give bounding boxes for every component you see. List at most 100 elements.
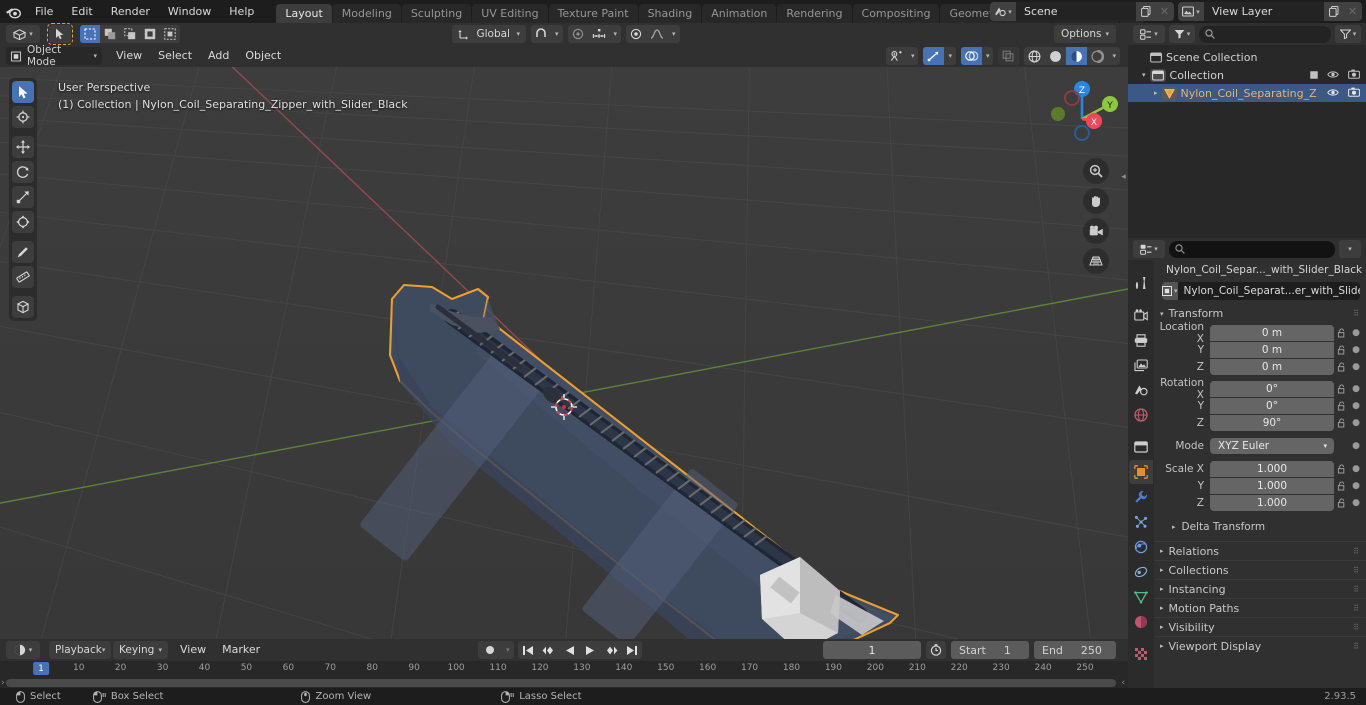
timeline-scroll-left-arrow[interactable]: › — [1, 678, 5, 688]
tab-texture-paint[interactable]: Texture Paint — [548, 4, 638, 23]
tweak-select-tool-icon[interactable] — [12, 81, 34, 103]
lock-icon[interactable] — [1334, 345, 1350, 355]
camera-icon[interactable] — [1348, 87, 1360, 100]
location-x-field[interactable]: Location X 0 m ● — [1154, 321, 1366, 345]
expand-triangle-icon[interactable]: ▸ — [1160, 585, 1164, 593]
expand-triangle-icon[interactable]: ▾ — [1142, 71, 1146, 79]
lock-icon[interactable] — [1334, 481, 1350, 491]
editor-type-properties-icon[interactable]: ▾ — [1133, 240, 1165, 258]
cursor-tool-icon[interactable] — [12, 106, 34, 128]
expand-triangle-icon[interactable]: ▸ — [1160, 604, 1164, 612]
tab-modeling[interactable]: Modeling — [332, 4, 401, 23]
3d-viewport[interactable]: User Perspective (1) Collection | Nylon_… — [0, 67, 1128, 639]
pan-hand-icon[interactable] — [1083, 188, 1109, 214]
select-intersect-icon[interactable] — [160, 25, 180, 43]
stopwatch-icon[interactable] — [926, 641, 946, 659]
chevron-down-icon[interactable]: ▾ — [551, 25, 563, 43]
scale-z-field[interactable]: Z 1.000 ● — [1154, 494, 1366, 511]
move-tool-icon[interactable] — [12, 136, 34, 158]
chevron-down-icon[interactable]: ▾ — [502, 641, 514, 659]
drag-grip-icon[interactable]: ⠿ — [1353, 585, 1360, 594]
transform-orientation-dropdown[interactable]: Global ▾ — [452, 25, 526, 43]
drag-grip-icon[interactable]: ⠿ — [1353, 547, 1360, 556]
object-tab[interactable] — [1129, 460, 1153, 484]
drag-grip-icon[interactable]: ⠿ — [1353, 604, 1360, 613]
location-y-value[interactable]: 0 m — [1210, 341, 1334, 358]
properties-panel[interactable]: Nylon_Coil_Separ..._with_Slider_Black ▾ … — [1154, 260, 1366, 688]
outliner-display-mode-dropdown[interactable]: ▾ — [1169, 25, 1195, 43]
location-z-value[interactable]: 0 m — [1210, 358, 1334, 375]
modifiers-tab[interactable] — [1129, 485, 1153, 509]
collections-panel[interactable]: ▸ Collections ⠿ — [1154, 560, 1366, 579]
render-tab[interactable] — [1129, 303, 1153, 327]
jump-end-icon[interactable] — [622, 641, 642, 659]
new-view-layer-button[interactable] — [1324, 2, 1343, 21]
collection-checkbox[interactable] — [1310, 71, 1318, 79]
rotation-mode-field[interactable]: Mode XYZ Euler ▾ ● — [1154, 437, 1366, 454]
select-box-icon[interactable] — [80, 25, 100, 43]
eye-icon[interactable] — [1327, 69, 1339, 82]
scale-y-value[interactable]: 1.000 — [1210, 477, 1334, 494]
animate-dot-icon[interactable]: ● — [1350, 418, 1362, 428]
view-layer-icon[interactable]: ▾ — [1178, 2, 1204, 21]
prev-keyframe-icon[interactable] — [538, 641, 560, 659]
tab-rendering[interactable]: Rendering — [777, 4, 852, 23]
animate-dot-icon[interactable]: ● — [1350, 464, 1362, 474]
animate-dot-icon[interactable]: ● — [1350, 384, 1362, 394]
annotate-tool-icon[interactable] — [12, 241, 34, 263]
object-id-field[interactable]: ▾ Nylon_Coil_Separat...er_with_Slider_Bl… — [1162, 282, 1360, 300]
relations-panel[interactable]: ▸ Relations ⠿ — [1154, 541, 1366, 560]
play-reverse-icon[interactable] — [560, 641, 580, 659]
chevron-down-icon[interactable]: ▾ — [944, 47, 956, 65]
tab-uv-editing[interactable]: UV Editing — [472, 4, 548, 23]
expand-triangle-icon[interactable]: ▸ — [1160, 642, 1164, 650]
drag-grip-icon[interactable]: ⠿ — [1353, 566, 1360, 575]
rotation-y-value[interactable]: 0° — [1210, 397, 1334, 414]
keying-dropdown[interactable]: Keying ▾ — [113, 641, 168, 659]
timeline-menu-marker[interactable]: Marker — [214, 641, 268, 659]
lock-icon[interactable] — [1334, 464, 1350, 474]
scale-x-value[interactable]: 1.000 — [1210, 460, 1334, 477]
tab-shading[interactable]: Shading — [638, 4, 702, 23]
expand-triangle-icon[interactable]: ▸ — [1160, 623, 1164, 631]
animate-dot-icon[interactable]: ● — [1350, 441, 1362, 451]
jump-start-icon[interactable] — [518, 641, 538, 659]
timeline-playhead[interactable]: 1 — [33, 662, 49, 675]
outliner-row-scene-collection[interactable]: Scene Collection — [1128, 48, 1366, 66]
chevron-down-icon[interactable]: ▾ — [668, 25, 680, 43]
scene-datablock[interactable]: ▾ Scene ✕ — [990, 2, 1174, 21]
timeline-ruler[interactable]: 1 10 20 30 40 50 60 70 80 90 100 110 120 130 140 150 160… — [0, 661, 1128, 677]
chevron-down-icon[interactable]: ▾ — [610, 25, 622, 43]
rotate-tool-icon[interactable] — [12, 161, 34, 183]
timeline-scrollbar[interactable] — [6, 679, 1116, 687]
viewport-sidebar-toggle[interactable]: ◂ — [1119, 167, 1128, 187]
scene-name[interactable]: Scene — [1016, 2, 1136, 21]
scale-x-field[interactable]: Scale X 1.000 ● — [1154, 460, 1366, 477]
properties-search-input[interactable] — [1169, 240, 1335, 258]
animate-dot-icon[interactable]: ● — [1350, 345, 1362, 355]
physics-tab[interactable] — [1129, 535, 1153, 559]
rotation-z-value[interactable]: 90° — [1210, 414, 1334, 431]
motion-paths-panel[interactable]: ▸ Motion Paths ⠿ — [1154, 598, 1366, 617]
menu-window[interactable]: Window — [159, 3, 220, 20]
viewport-menu-object[interactable]: Object — [237, 47, 289, 65]
scale-z-value[interactable]: 1.000 — [1210, 494, 1334, 511]
proportional-editing-toggle-icon[interactable] — [626, 25, 646, 43]
location-x-value[interactable]: 0 m — [1210, 324, 1334, 341]
chevron-down-icon[interactable]: ▾ — [982, 47, 994, 65]
options-dropdown[interactable]: Options ▾ — [1054, 25, 1116, 43]
material-preview-icon[interactable] — [1066, 47, 1088, 65]
editor-type-3dview-icon[interactable]: ▾ — [6, 25, 40, 43]
constraints-tab[interactable] — [1129, 560, 1153, 584]
measure-tool-icon[interactable] — [12, 266, 34, 288]
view-layer-name[interactable]: View Layer — [1204, 2, 1324, 21]
menu-render[interactable]: Render — [102, 3, 159, 20]
location-y-field[interactable]: Y 0 m ● — [1154, 341, 1366, 358]
particles-tab[interactable] — [1129, 510, 1153, 534]
view-layer-tab[interactable] — [1129, 353, 1153, 377]
outliner-row-object[interactable]: ▸ Nylon_Coil_Separating_Z — [1128, 84, 1366, 102]
menu-file[interactable]: File — [26, 3, 62, 20]
toggle-ortho-icon[interactable] — [1083, 248, 1109, 274]
instancing-panel[interactable]: ▸ Instancing ⠿ — [1154, 579, 1366, 598]
collection-tab[interactable] — [1129, 435, 1153, 459]
